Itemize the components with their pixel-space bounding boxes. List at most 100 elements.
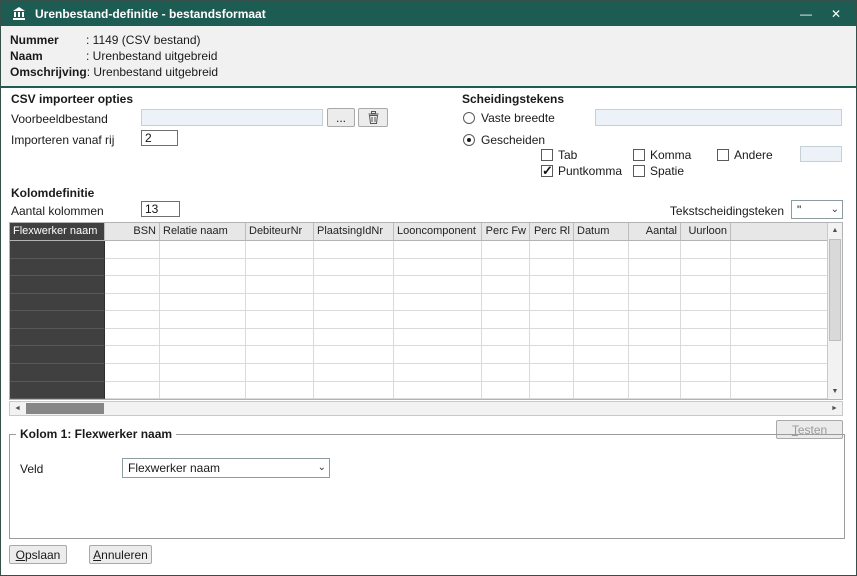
- table-cell[interactable]: [246, 311, 314, 329]
- table-row[interactable]: [10, 381, 827, 400]
- table-cell[interactable]: [574, 258, 629, 277]
- table-cell[interactable]: [10, 363, 105, 382]
- table-cell[interactable]: [629, 363, 681, 382]
- vertical-scrollbar-thumb[interactable]: [829, 239, 841, 341]
- table-cell[interactable]: [105, 328, 160, 347]
- table-cell[interactable]: [681, 293, 731, 312]
- table-cell[interactable]: [394, 258, 482, 277]
- table-cell[interactable]: [160, 328, 246, 347]
- column-header-6[interactable]: Perc Fw: [482, 223, 530, 241]
- table-cell[interactable]: [105, 346, 160, 364]
- table-row[interactable]: [10, 311, 827, 329]
- table-cell[interactable]: [530, 276, 574, 294]
- table-cell[interactable]: [681, 258, 731, 277]
- table-cell[interactable]: [246, 258, 314, 277]
- table-cell[interactable]: [394, 381, 482, 400]
- table-cell[interactable]: [681, 346, 731, 364]
- annuleren-button[interactable]: Annuleren: [89, 545, 152, 564]
- table-cell[interactable]: [314, 276, 394, 294]
- table-cell[interactable]: [574, 363, 629, 382]
- table-cell[interactable]: [530, 328, 574, 347]
- column-header-9[interactable]: Aantal: [629, 223, 681, 241]
- table-cell[interactable]: [105, 381, 160, 400]
- table-cell[interactable]: [160, 276, 246, 294]
- table-cell[interactable]: [629, 346, 681, 364]
- vaste-breedte-input[interactable]: [595, 109, 842, 126]
- table-cell[interactable]: [681, 276, 731, 294]
- table-cell[interactable]: [394, 241, 482, 259]
- table-row[interactable]: [10, 346, 827, 364]
- column-header-0[interactable]: Flexwerker naam: [10, 223, 105, 241]
- table-cell[interactable]: [574, 381, 629, 400]
- table-cell[interactable]: [482, 258, 530, 277]
- table-cell[interactable]: [105, 241, 160, 259]
- andere-input[interactable]: [800, 146, 842, 162]
- scroll-right-icon[interactable]: ►: [827, 402, 842, 415]
- table-cell[interactable]: [394, 311, 482, 329]
- table-row[interactable]: [10, 363, 827, 382]
- table-cell[interactable]: [246, 381, 314, 400]
- puntkomma-checkbox[interactable]: [541, 163, 553, 179]
- table-row[interactable]: [10, 293, 827, 312]
- table-cell[interactable]: [482, 328, 530, 347]
- column-header-2[interactable]: Relatie naam: [160, 223, 246, 241]
- table-cell[interactable]: [314, 293, 394, 312]
- aantal-kolommen-input[interactable]: [141, 201, 180, 217]
- voorbeeldbestand-input[interactable]: [141, 109, 323, 126]
- table-cell[interactable]: [629, 258, 681, 277]
- horizontal-scrollbar[interactable]: ◄ ►: [9, 401, 843, 416]
- table-cell[interactable]: [482, 363, 530, 382]
- table-cell[interactable]: [482, 311, 530, 329]
- table-cell[interactable]: [482, 346, 530, 364]
- scroll-left-icon[interactable]: ◄: [10, 402, 25, 415]
- table-cell[interactable]: [160, 258, 246, 277]
- table-cell[interactable]: [246, 293, 314, 312]
- table-cell[interactable]: [314, 241, 394, 259]
- table-cell[interactable]: [530, 381, 574, 400]
- browse-button[interactable]: ...: [327, 108, 355, 127]
- table-cell[interactable]: [482, 241, 530, 259]
- column-header-10[interactable]: Uurloon: [681, 223, 731, 241]
- spatie-checkbox[interactable]: [633, 165, 645, 177]
- table-cell[interactable]: [681, 241, 731, 259]
- table-cell[interactable]: [160, 363, 246, 382]
- tekstscheidingsteken-select[interactable]: " ⌄: [791, 200, 843, 219]
- table-cell[interactable]: [394, 293, 482, 312]
- table-row[interactable]: [10, 258, 827, 277]
- table-cell[interactable]: [530, 311, 574, 329]
- column-header-4[interactable]: PlaatsingIdNr: [314, 223, 394, 241]
- table-cell[interactable]: [10, 293, 105, 312]
- table-cell[interactable]: [160, 293, 246, 312]
- table-cell[interactable]: [246, 241, 314, 259]
- table-cell[interactable]: [681, 328, 731, 347]
- table-cell[interactable]: [681, 381, 731, 400]
- opslaan-button[interactable]: Opslaan: [9, 545, 67, 564]
- horizontal-scrollbar-thumb[interactable]: [26, 403, 104, 414]
- table-cell[interactable]: [681, 363, 731, 382]
- close-icon[interactable]: ✕: [826, 5, 846, 23]
- gescheiden-radio[interactable]: [463, 134, 475, 146]
- delete-file-button[interactable]: [358, 108, 388, 127]
- table-cell[interactable]: [629, 328, 681, 347]
- scroll-up-icon[interactable]: ▲: [828, 223, 842, 238]
- table-cell[interactable]: [10, 258, 105, 277]
- table-cell[interactable]: [530, 363, 574, 382]
- table-cell[interactable]: [629, 311, 681, 329]
- table-cell[interactable]: [10, 346, 105, 364]
- table-cell[interactable]: [314, 346, 394, 364]
- table-cell[interactable]: [105, 276, 160, 294]
- table-cell[interactable]: [629, 241, 681, 259]
- table-cell[interactable]: [105, 258, 160, 277]
- table-cell[interactable]: [530, 258, 574, 277]
- column-header-7[interactable]: Perc Rl: [530, 223, 574, 241]
- table-cell[interactable]: [10, 328, 105, 347]
- table-cell[interactable]: [10, 381, 105, 400]
- table-cell[interactable]: [574, 328, 629, 347]
- table-cell[interactable]: [314, 258, 394, 277]
- table-cell[interactable]: [314, 363, 394, 382]
- table-cell[interactable]: [246, 363, 314, 382]
- table-row[interactable]: [10, 241, 827, 259]
- table-cell[interactable]: [160, 381, 246, 400]
- table-cell[interactable]: [574, 311, 629, 329]
- table-cell[interactable]: [314, 311, 394, 329]
